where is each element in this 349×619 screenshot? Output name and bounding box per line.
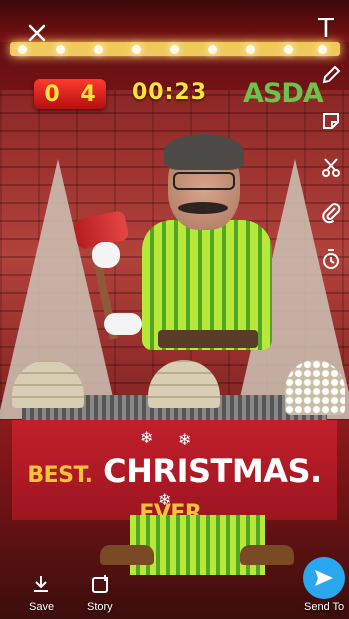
glove <box>104 313 142 335</box>
close-icon[interactable] <box>26 22 48 44</box>
send-arrow-icon <box>315 570 333 586</box>
shoe <box>240 545 294 565</box>
brand-logo: ASDA <box>243 78 324 109</box>
game-timer: 00:23 <box>132 80 208 105</box>
light-bulb <box>170 45 179 54</box>
light-bulb <box>246 45 255 54</box>
timer-icon[interactable] <box>320 248 342 270</box>
snowflake-icon: ❄ <box>140 430 154 447</box>
text-tool-icon[interactable]: T <box>318 14 334 44</box>
glove <box>92 242 120 268</box>
download-icon[interactable] <box>30 573 52 595</box>
hair <box>164 134 244 170</box>
shoe <box>100 545 154 565</box>
pencil-icon[interactable] <box>320 64 342 86</box>
banner-word: CHRISTMAS. <box>103 452 322 490</box>
sticker-icon[interactable] <box>320 110 342 132</box>
snowflake-icon: ❄ <box>178 432 192 449</box>
mustache <box>178 202 228 214</box>
glasses <box>173 172 235 190</box>
snap-preview: 0 4 00:23 ASDA ❄ ❄ ❄ BEST. CHRISTMAS. EV… <box>0 0 349 619</box>
score-digit: 0 <box>44 81 60 107</box>
light-bulb <box>18 45 27 54</box>
score-digit: 4 <box>80 81 96 107</box>
light-bulb <box>132 45 141 54</box>
add-story-icon[interactable] <box>90 573 112 595</box>
curtain-top <box>0 0 349 42</box>
story-button-label[interactable]: Story <box>87 601 113 613</box>
send-button[interactable] <box>303 557 345 599</box>
snowball-bin <box>285 360 345 415</box>
send-to-label[interactable]: Send To <box>304 601 344 613</box>
light-bulb <box>284 45 293 54</box>
light-bulb <box>56 45 65 54</box>
light-bulb <box>318 45 327 54</box>
light-bulb <box>94 45 103 54</box>
scissors-icon[interactable] <box>320 156 342 178</box>
score-display: 0 4 <box>34 79 106 109</box>
belt <box>158 330 258 348</box>
save-button-label[interactable]: Save <box>29 601 54 613</box>
light-bulb <box>208 45 217 54</box>
banner-word: BEST. <box>27 463 93 488</box>
paperclip-icon[interactable] <box>320 202 342 224</box>
